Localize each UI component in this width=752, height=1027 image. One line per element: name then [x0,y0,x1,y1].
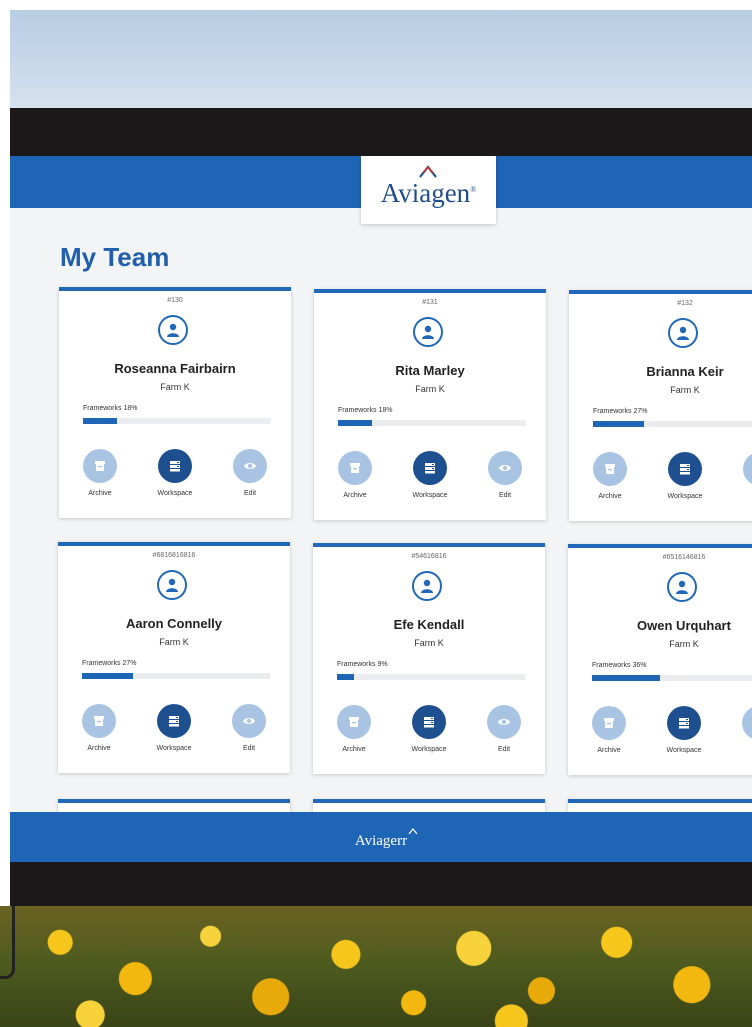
monitor-bezel-top [10,108,752,156]
frameworks-label: Frameworks 18% [83,405,138,412]
edit-label[interactable]: Edit [215,490,285,497]
workspace-button[interactable] [412,705,446,739]
workspace-label[interactable]: Workspace [650,493,720,500]
member-name: Roseanna Fairbairn [114,361,236,376]
workspace-button[interactable] [668,452,702,486]
team-card[interactable]: #6816816816 Aaron Connelly Farm K Framework… [58,542,290,773]
card-id: #131 [422,299,438,306]
edit-label[interactable]: Edit [469,746,539,753]
archive-label[interactable]: Archive [574,747,644,754]
app-screen: Aviagen® My Team #130 Roseanna Fairbairn F… [10,156,752,862]
footer-bar: Aviagerr [10,812,752,862]
workspace-button[interactable] [667,706,701,740]
archive-label[interactable]: Archive [320,492,390,499]
member-farm: Farm K [160,382,190,392]
workspace-label[interactable]: Workspace [140,490,210,497]
frameworks-progress-track [82,673,270,679]
edit-label[interactable]: Edit [214,745,284,752]
archive-label[interactable]: Archive [64,745,134,752]
card-id: #6816816816 [152,552,196,559]
member-farm: Farm K [159,637,189,647]
member-name: Aaron Connelly [125,616,223,631]
team-card[interactable]: #131 Rita Marley Farm K Frameworks 18% Archi… [314,289,546,520]
edit-button[interactable] [233,449,267,483]
workspace-label[interactable]: Workspace [649,747,719,754]
user-avatar-icon [412,571,442,601]
edit-button[interactable] [232,704,266,738]
member-name: Efe Kendall [393,617,465,632]
frameworks-progress-track [83,418,271,424]
user-avatar-icon [157,570,187,600]
team-card[interactable]: #54616816 Efe Kendall Farm K Frameworks 9% A… [313,543,545,774]
member-farm: Farm K [414,638,444,648]
frameworks-progress-fill [593,421,644,427]
frameworks-progress-fill [83,418,117,424]
archive-button[interactable] [83,449,117,483]
brand-logo[interactable]: Aviagen® [361,156,496,224]
monitor-bezel-bottom [10,862,752,908]
frameworks-progress-track [338,420,526,426]
archive-button[interactable] [338,451,372,485]
member-farm: Farm K [669,639,699,649]
team-card[interactable]: #6516146816 Owen Urquhart Farm K Frameworks… [568,544,752,775]
footer-logo: Aviagerr [354,833,408,849]
logo-text: Aviagen® [380,178,477,208]
member-farm: Farm K [415,384,445,394]
card-id: #6516146816 [662,554,706,561]
edit-label[interactable]: Edit [725,493,752,500]
team-card[interactable]: #132 Brianna Keir Farm K Frameworks 27% Arch… [569,290,752,521]
edit-label[interactable]: Edit [724,747,752,754]
edit-button[interactable] [742,706,752,740]
logo-chevron-icon [419,165,437,178]
workspace-label[interactable]: Workspace [139,745,209,752]
frameworks-label: Frameworks 18% [338,407,393,414]
card-id: #132 [677,300,693,307]
team-card[interactable]: #130 Roseanna Fairbairn Farm K Frameworks 1… [59,287,291,518]
archive-button[interactable] [593,452,627,486]
member-name: Rita Marley [395,363,465,378]
frameworks-progress-track [592,675,752,681]
sky-background [10,10,752,110]
edit-label[interactable]: Edit [470,492,540,499]
member-name: Owen Urquhart [637,618,731,633]
user-avatar-icon [668,318,698,348]
frameworks-progress-fill [82,673,133,679]
card-id: #130 [167,297,183,304]
user-avatar-icon [158,315,188,345]
frameworks-label: Frameworks 27% [82,660,137,667]
workspace-button[interactable] [157,704,191,738]
page-title: My Team [60,242,170,272]
frameworks-label: Frameworks 36% [592,662,647,669]
user-avatar-icon [667,572,697,602]
workspace-button[interactable] [413,451,447,485]
edit-button[interactable] [487,705,521,739]
frameworks-progress-fill [337,674,354,680]
user-avatar-icon [413,317,443,347]
frameworks-label: Frameworks 27% [593,408,648,415]
archive-label[interactable]: Archive [575,493,645,500]
frameworks-progress-fill [338,420,372,426]
card-id: #54616816 [411,553,447,560]
frameworks-label: Frameworks 9% [337,661,388,668]
archive-button[interactable] [82,704,116,738]
frameworks-progress-fill [592,675,660,681]
archive-label[interactable]: Archive [319,746,389,753]
edit-button[interactable] [743,452,752,486]
archive-button[interactable] [337,705,371,739]
workspace-label[interactable]: Workspace [394,746,464,753]
frameworks-progress-track [593,421,752,427]
edit-button[interactable] [488,451,522,485]
archive-button[interactable] [592,706,626,740]
flowers-background [0,906,752,1027]
member-farm: Farm K [670,385,700,395]
frame-corner [0,906,15,979]
workspace-button[interactable] [158,449,192,483]
member-name: Brianna Keir [646,364,724,379]
workspace-label[interactable]: Workspace [395,492,465,499]
frameworks-progress-track [337,674,525,680]
archive-label[interactable]: Archive [65,490,135,497]
